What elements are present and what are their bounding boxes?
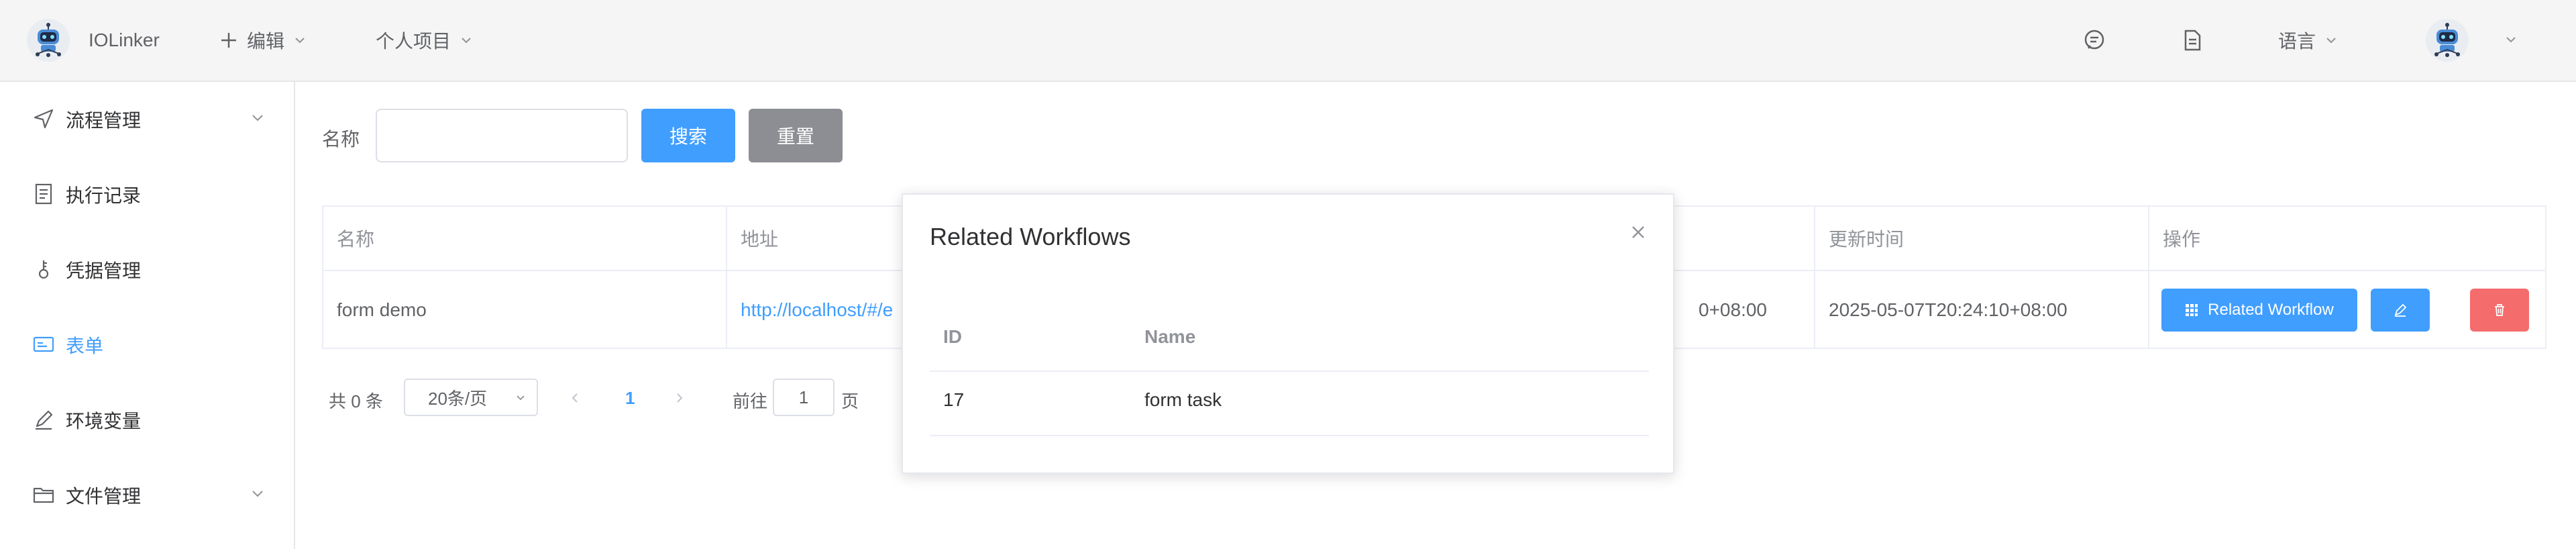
page-suffix: 页 <box>841 391 859 411</box>
send-icon <box>34 109 54 129</box>
app-title: IOLinker <box>89 30 160 50</box>
related-workflow-label: Related Workflow <box>2208 301 2334 319</box>
sidebar: 流程管理 执行记录 凭据管理 表单 环境变量 文件管理 <box>0 82 295 549</box>
robot-logo-icon <box>36 23 61 57</box>
sidebar-item-label: 环境变量 <box>66 411 142 432</box>
sidebar-item-credentials[interactable]: 凭据管理 <box>0 232 294 307</box>
page-number-current[interactable]: 1 <box>625 388 635 409</box>
cell-created: 0+08:00 <box>1699 299 1767 320</box>
header-updated: 更新时间 <box>1815 207 2148 271</box>
chevron-down-icon <box>252 115 263 121</box>
search-name-input[interactable] <box>376 109 628 162</box>
goto-label: 前往 <box>733 391 768 411</box>
prev-page-icon[interactable] <box>568 391 582 405</box>
language-menu-label: 语言 <box>2278 31 2316 52</box>
card-icon <box>33 336 54 352</box>
header-name: 名称 <box>323 207 726 271</box>
language-menu[interactable]: 语言 <box>2278 27 2339 54</box>
header-actions: 操作 <box>2149 207 2546 271</box>
close-icon[interactable] <box>1627 221 1649 243</box>
chevron-down-icon <box>517 395 525 401</box>
grid-icon <box>2186 304 2198 316</box>
search-button[interactable]: 搜索 <box>641 109 735 162</box>
sidebar-item-label: 凭据管理 <box>66 260 142 281</box>
chevron-down-icon <box>295 38 305 44</box>
sidebar-item-label: 执行记录 <box>66 185 142 206</box>
reset-button[interactable]: 重置 <box>749 109 843 162</box>
dialog-header-id: ID <box>943 326 962 347</box>
pen-icon <box>36 410 53 430</box>
dialog-row-divider <box>930 370 1649 372</box>
page-size-select[interactable]: 20条/页 <box>404 379 538 416</box>
search-name-label: 名称 <box>322 129 360 150</box>
edit-button[interactable] <box>2371 289 2430 332</box>
chevron-down-icon <box>462 38 471 44</box>
sidebar-item-env-vars[interactable]: 环境变量 <box>0 383 294 458</box>
trash-icon <box>2495 304 2504 316</box>
sidebar-item-files[interactable]: 文件管理 <box>0 458 294 533</box>
dialog-cell-id: 17 <box>943 389 965 410</box>
app-logo <box>27 19 70 62</box>
dialog-row-divider <box>930 435 1649 436</box>
edit-icon <box>2394 303 2407 317</box>
edit-menu[interactable]: 编辑 <box>219 27 307 54</box>
key-icon <box>38 260 49 279</box>
cell-address-link[interactable]: http://localhost/#/e <box>727 271 915 349</box>
chevron-down-icon <box>252 491 263 497</box>
sidebar-item-label: 流程管理 <box>66 110 142 131</box>
pagination-total: 共 0 条 <box>329 391 383 411</box>
cell-name: form demo <box>337 299 427 320</box>
project-menu-label: 个人项目 <box>376 31 451 52</box>
related-workflow-button[interactable]: Related Workflow <box>2161 289 2357 332</box>
sidebar-item-workflow[interactable]: 流程管理 <box>0 82 294 157</box>
edit-menu-label: 编辑 <box>247 31 285 52</box>
cell-updated: 2025-05-07T20:24:10+08:00 <box>1829 299 2068 320</box>
top-header: IOLinker 编辑 个人项目 语言 <box>0 0 2576 82</box>
plus-icon <box>221 33 236 48</box>
delete-button[interactable] <box>2470 289 2529 332</box>
folder-icon <box>33 487 54 503</box>
document-icon <box>35 183 52 205</box>
sidebar-item-label: 文件管理 <box>66 486 142 507</box>
page-size-value: 20条/页 <box>428 388 488 409</box>
document-icon[interactable] <box>2180 28 2204 52</box>
chevron-down-icon <box>2326 38 2336 44</box>
chat-icon[interactable] <box>2082 28 2106 52</box>
sidebar-item-executions[interactable]: 执行记录 <box>0 157 294 232</box>
goto-page-input[interactable]: 1 <box>773 379 835 416</box>
dialog-cell-name: form task <box>1144 389 1222 410</box>
dialog-title: Related Workflows <box>930 223 1131 250</box>
robot-avatar-icon <box>2434 23 2460 57</box>
sidebar-item-forms[interactable]: 表单 <box>0 307 294 383</box>
related-workflows-dialog: Related Workflows ID Name 17 form task <box>902 193 1674 474</box>
project-menu[interactable]: 个人项目 <box>376 27 474 54</box>
next-page-icon[interactable] <box>672 391 687 405</box>
sidebar-item-label: 表单 <box>66 336 104 356</box>
dialog-header-name: Name <box>1144 326 1196 347</box>
user-avatar[interactable] <box>2426 19 2469 62</box>
user-menu-chevron-icon[interactable] <box>2504 32 2518 47</box>
